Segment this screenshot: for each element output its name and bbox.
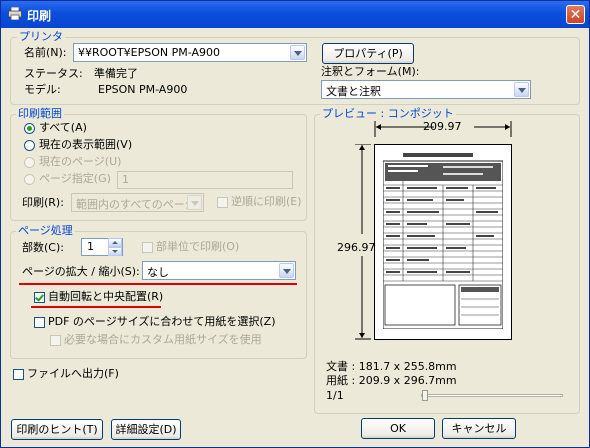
model-value: EPSON PM-A900: [98, 83, 188, 96]
page-handling-label: ページ処理: [16, 224, 75, 237]
comments-forms-value: 文書と注釈: [326, 85, 381, 98]
advanced-button[interactable]: 詳細設定(D): [111, 419, 181, 440]
radio-pages-label: ページ指定(G): [39, 172, 111, 185]
preview-height-value: 296.97: [337, 241, 376, 254]
custom-paper-checkbox: [50, 335, 61, 346]
radio-current-view-label[interactable]: 現在の表示範囲(V): [39, 138, 132, 152]
preview-width-value: 209.97: [423, 120, 462, 133]
page-counter-text: 1/1: [326, 389, 344, 402]
print-subset-value: 範囲内のすべてのページ: [76, 198, 196, 211]
highlight-underline: [19, 283, 297, 285]
copies-input-value: 1: [87, 240, 94, 253]
collate-checkbox: [142, 242, 153, 253]
highlight-underline: [31, 306, 161, 308]
print-subset-label: 印刷(R):: [22, 196, 64, 209]
radio-all-label[interactable]: すべて(A): [39, 121, 87, 135]
page-slider-track[interactable]: [421, 394, 563, 397]
page-scaling-value: なし: [147, 266, 169, 279]
auto-rotate-checkbox[interactable]: [34, 292, 45, 303]
radio-current-view[interactable]: [24, 140, 35, 151]
reverse-pages-label: 逆順に印刷(E): [231, 195, 302, 208]
printer-group-label: プリンタ: [17, 30, 65, 43]
radio-pages: [24, 174, 35, 185]
choose-paper-source-label[interactable]: PDF のページサイズに合わせて用紙を選択(Z): [48, 315, 276, 329]
page-preview: [374, 144, 512, 340]
pages-input: 1: [117, 171, 293, 189]
spinner-up-icon[interactable]: [108, 238, 122, 247]
print-subset-select: 範囲内のすべてのページ: [71, 193, 204, 212]
chevron-down-icon[interactable]: [290, 45, 305, 60]
radio-current-page-label: 現在のページ(U): [39, 155, 122, 168]
comments-forms-select[interactable]: 文書と注釈: [321, 80, 531, 99]
page-slider-thumb[interactable]: [422, 390, 428, 401]
status-value: 準備完了: [94, 67, 138, 80]
print-to-file-label[interactable]: ファイルへ出力(F): [27, 367, 119, 381]
page-scaling-label: ページの拡大 / 縮小(S):: [22, 265, 140, 278]
printer-name-select[interactable]: ¥¥ROOT¥EPSON PM-A900: [73, 43, 307, 62]
collate-label: 部単位で印刷(O): [156, 240, 240, 253]
document-thumbnail: [383, 153, 503, 329]
choose-paper-source-checkbox[interactable]: [34, 317, 45, 328]
reverse-pages-checkbox: [217, 197, 228, 208]
ok-button[interactable]: OK: [361, 418, 435, 439]
properties-button[interactable]: プロパティ(P): [322, 43, 414, 64]
print-to-file-checkbox[interactable]: [13, 369, 24, 380]
spinner-down-icon[interactable]: [108, 247, 122, 256]
model-label: モデル:: [24, 83, 61, 96]
comments-forms-label: 注釈とフォーム(M):: [321, 65, 420, 78]
title-bar[interactable]: 印刷 ✕: [1, 1, 589, 28]
chevron-down-icon[interactable]: [514, 82, 529, 97]
cancel-button[interactable]: キャンセル: [442, 418, 516, 439]
chevron-down-icon[interactable]: [279, 263, 294, 278]
print-range-label: 印刷範囲: [16, 107, 64, 120]
printing-tips-button[interactable]: 印刷のヒント(T): [11, 419, 103, 440]
copies-label: 部数(C):: [22, 241, 64, 254]
document-size-text: 文書 : 181.7 x 255.8mm: [326, 360, 457, 373]
close-button[interactable]: ✕: [566, 5, 585, 24]
copies-spinner[interactable]: [108, 238, 122, 256]
print-dialog: 印刷 ✕ プリンタ 名前(N): ¥¥ROOT¥EPSON PM-A900 プロ…: [0, 0, 590, 448]
status-label: ステータス:: [24, 67, 83, 80]
preview-label: プレビュー : コンポジット: [320, 107, 456, 120]
window-title: 印刷: [27, 9, 52, 23]
printer-icon: [8, 7, 22, 20]
custom-paper-label: 必要な場合にカスタム用紙サイズを使用: [64, 333, 262, 346]
printer-name-label: 名前(N):: [24, 46, 67, 59]
pages-input-value: 1: [122, 173, 129, 186]
radio-current-page: [24, 157, 35, 168]
auto-rotate-label[interactable]: 自動回転と中央配置(R): [48, 290, 163, 304]
printer-name-value: ¥¥ROOT¥EPSON PM-A900: [78, 46, 220, 59]
paper-size-text: 用紙 : 209.9 x 296.7mm: [326, 374, 457, 387]
page-scaling-select[interactable]: なし: [142, 261, 296, 280]
chevron-down-icon: [187, 195, 202, 210]
radio-all[interactable]: [24, 123, 35, 134]
